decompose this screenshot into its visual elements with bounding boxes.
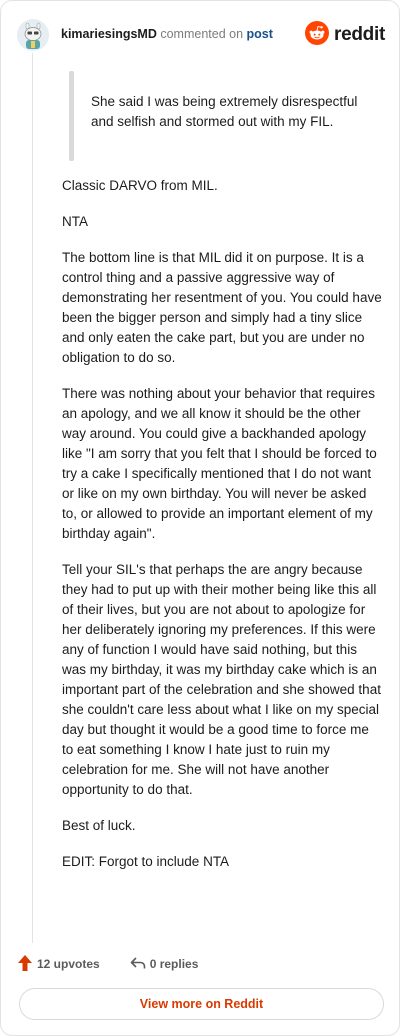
reply-count: 0 replies <box>149 957 199 971</box>
replies-button[interactable]: 0 replies <box>130 956 199 973</box>
comment-meta: kimariesingsMD commented on post <box>61 27 273 41</box>
avatar[interactable] <box>17 19 49 51</box>
comment-paragraph: There was nothing about your behavior th… <box>62 386 377 541</box>
thread-line <box>32 53 33 943</box>
comment-paragraph: The bottom line is that MIL did it on pu… <box>62 250 382 365</box>
commented-on-text: commented on <box>160 27 244 41</box>
post-link[interactable]: post <box>247 27 273 41</box>
upvote-count: 12 upvotes <box>37 957 100 971</box>
reply-icon <box>130 956 146 973</box>
comment-body: Classic DARVO from MIL. NTA The bottom l… <box>62 176 382 888</box>
comment-paragraph: Best of luck. <box>62 818 136 833</box>
reddit-wordmark: reddit <box>334 24 385 45</box>
comment-paragraph: NTA <box>62 214 88 229</box>
comment-paragraph: Tell your SIL's that perhaps the are ang… <box>62 562 381 797</box>
reddit-logo-icon <box>305 20 330 50</box>
upvote-arrow-icon <box>17 954 33 975</box>
comment-paragraph: EDIT: Forgot to include NTA <box>62 854 230 869</box>
comment-paragraph: Classic DARVO from MIL. <box>62 178 218 193</box>
quote-bar <box>69 71 74 161</box>
comment-header: kimariesingsMD commented on post reddit <box>17 19 385 51</box>
username-link[interactable]: kimariesingsMD <box>61 27 157 41</box>
comment-embed-card: kimariesingsMD commented on post reddit <box>0 0 400 1036</box>
blockquote-text: She said I was being extremely disrespec… <box>91 94 358 129</box>
view-more-button[interactable]: View more on Reddit <box>19 988 384 1020</box>
upvote-button[interactable]: 12 upvotes <box>17 954 100 975</box>
reddit-brand[interactable]: reddit <box>305 20 385 50</box>
comment-actions: 12 upvotes 0 replies <box>17 953 198 975</box>
